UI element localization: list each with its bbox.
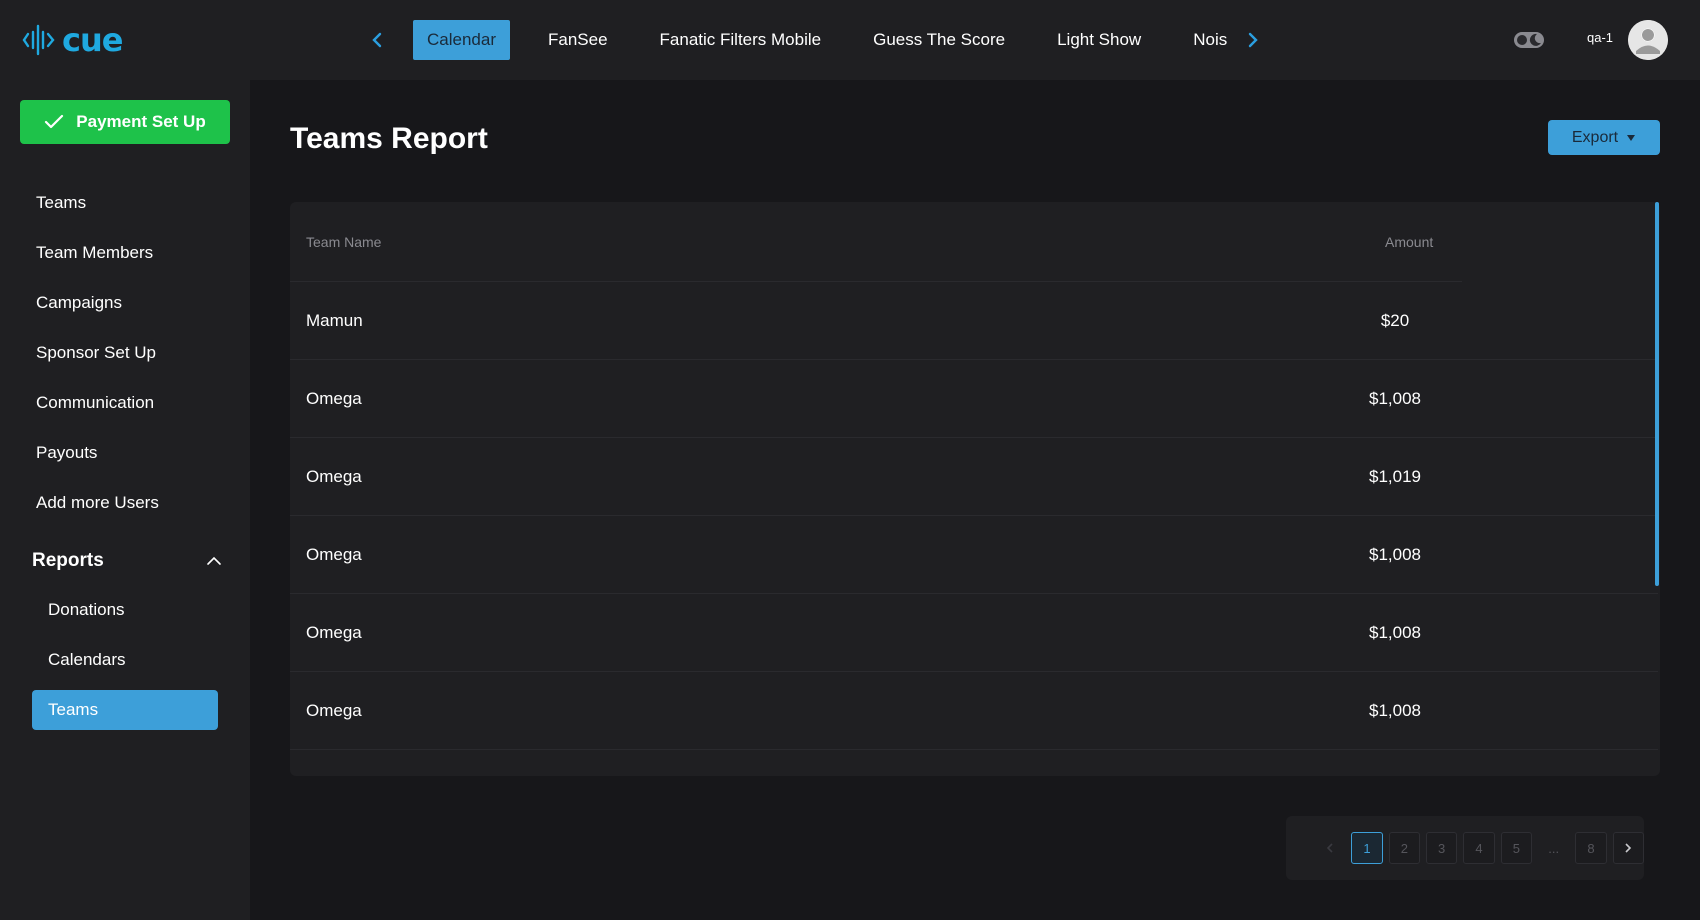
page-title: Teams Report — [290, 122, 488, 155]
nav-prev-button[interactable] — [362, 24, 392, 56]
feature-tabs: Calendar FanSee Fanatic Filters Mobile G… — [413, 20, 1227, 60]
sidebar-item-teams[interactable]: Teams — [36, 193, 86, 213]
sidebar-item-communication[interactable]: Communication — [36, 393, 154, 413]
pagination-page-2[interactable]: 2 — [1388, 832, 1420, 864]
sidebar-reports-toggle[interactable]: Reports — [32, 548, 222, 574]
pagination-page-last[interactable]: 8 — [1575, 832, 1607, 864]
payment-setup-button[interactable]: Payment Set Up — [20, 100, 230, 144]
export-button[interactable]: Export — [1548, 120, 1660, 155]
sidebar: Payment Set Up Teams Team Members Campai… — [0, 80, 250, 920]
logo-text: cue — [62, 21, 123, 59]
team-name-cell: Omega — [306, 467, 362, 486]
pagination-next-button[interactable] — [1612, 832, 1644, 864]
table-scrollbar[interactable] — [1655, 202, 1659, 586]
user-avatar-icon — [1628, 20, 1668, 60]
amount-cell: $1,008 — [1369, 545, 1421, 564]
table-row[interactable]: Omega $1,008 — [290, 516, 1658, 594]
app-logo[interactable]: cue — [22, 20, 123, 60]
export-label: Export — [1571, 128, 1619, 146]
tab-calendar[interactable]: Calendar — [413, 20, 510, 60]
caret-down-icon — [1627, 134, 1636, 141]
pagination-prev-button[interactable] — [1314, 832, 1345, 864]
table-row[interactable]: Mamun $20 — [290, 282, 1658, 360]
pagination: 1 2 3 4 5 ... 8 — [1286, 816, 1644, 880]
reports-label: Reports — [32, 550, 104, 571]
tab-light-show[interactable]: Light Show — [1043, 20, 1155, 60]
sidebar-item-donations[interactable]: Donations — [48, 600, 125, 620]
team-name-cell: Mamun — [306, 311, 363, 330]
table-row[interactable]: Omega $1,019 — [290, 438, 1658, 516]
amount-cell: $20 — [1380, 311, 1410, 330]
top-bar: cue Calendar FanSee Fanatic Filters Mobi… — [0, 0, 1700, 80]
sidebar-item-teams-report[interactable]: Teams — [32, 690, 218, 730]
sidebar-item-calendars[interactable]: Calendars — [48, 650, 126, 670]
team-name-cell: Omega — [306, 623, 362, 642]
table-header: Team Name Amount — [290, 202, 1462, 282]
pagination-ellipsis: ... — [1548, 840, 1560, 856]
user-name[interactable]: qa-1 — [1587, 30, 1613, 45]
team-name-cell: Omega — [306, 701, 362, 720]
amount-cell: $1,008 — [1369, 389, 1421, 408]
sidebar-item-campaigns[interactable]: Campaigns — [36, 293, 122, 313]
table-row[interactable]: Omega $1,008 — [290, 672, 1658, 750]
tab-guess-the-score[interactable]: Guess The Score — [859, 20, 1019, 60]
dark-mode-toggle-icon — [1514, 32, 1544, 48]
tab-fansee[interactable]: FanSee — [534, 20, 622, 60]
amount-cell: $1,019 — [1369, 467, 1421, 486]
table-row[interactable]: Omega $1,008 — [290, 594, 1658, 672]
pagination-page-4[interactable]: 4 — [1463, 832, 1495, 864]
team-name-cell: Omega — [306, 545, 362, 564]
pagination-page-1[interactable]: 1 — [1351, 832, 1383, 864]
pagination-page-5[interactable]: 5 — [1500, 832, 1533, 864]
teams-report-table: Team Name Amount Mamun $20 Omega $1,008 … — [290, 202, 1660, 776]
pagination-page-3[interactable]: 3 — [1425, 832, 1458, 864]
sidebar-item-add-more-users[interactable]: Add more Users — [36, 493, 159, 513]
team-name-cell: Omega — [306, 389, 362, 408]
column-header-amount[interactable]: Amount — [1385, 234, 1433, 250]
table-row[interactable]: Omega $1,008 — [290, 360, 1658, 438]
sidebar-item-teams-report-label: Teams — [48, 700, 99, 719]
chevron-up-icon — [207, 556, 221, 565]
checkmark-icon — [45, 114, 64, 129]
sound-wave-icon — [22, 24, 55, 56]
chevron-right-icon — [1248, 32, 1258, 48]
column-header-team-name[interactable]: Team Name — [306, 234, 381, 250]
nav-next-button[interactable] — [1238, 24, 1268, 56]
amount-cell: $1,008 — [1369, 623, 1421, 642]
payment-setup-label: Payment Set Up — [76, 112, 206, 131]
chevron-left-icon — [372, 32, 382, 48]
sidebar-item-sponsor-set-up[interactable]: Sponsor Set Up — [36, 343, 156, 363]
sidebar-item-payouts[interactable]: Payouts — [36, 443, 97, 463]
amount-cell: $1,008 — [1369, 701, 1421, 720]
tab-noise[interactable]: Noise — [1179, 20, 1227, 60]
dark-mode-toggle[interactable] — [1513, 28, 1545, 52]
tab-fanatic-filters-mobile[interactable]: Fanatic Filters Mobile — [646, 20, 836, 60]
chevron-left-icon — [1326, 843, 1333, 853]
chevron-right-icon — [1625, 843, 1632, 853]
user-avatar[interactable] — [1628, 20, 1668, 60]
sidebar-item-team-members[interactable]: Team Members — [36, 243, 153, 263]
